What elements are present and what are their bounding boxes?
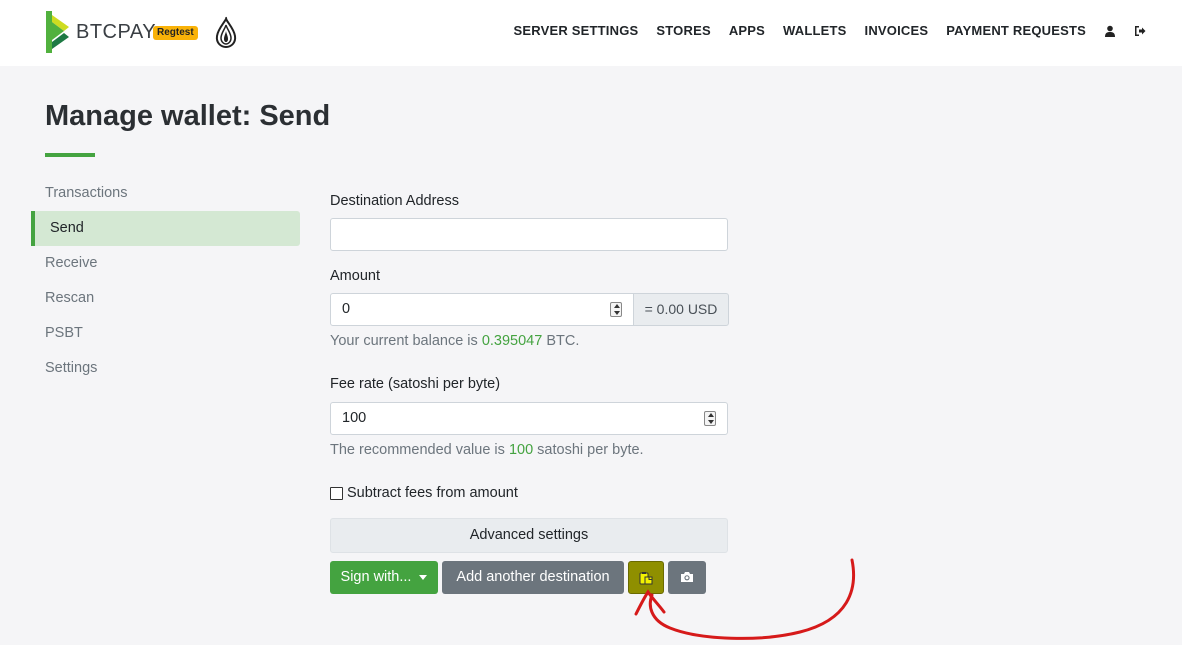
page-title: Manage wallet: Send [45,100,331,132]
wallet-sidebar: Transactions Send Receive Rescan PSBT Se… [31,176,300,386]
amount-spinner[interactable] [610,302,622,317]
clipboard-paste-icon [639,572,653,585]
tor-onion-icon [215,16,237,49]
title-underline [45,153,95,157]
chevron-down-icon [419,574,428,580]
sidebar-item-label: Rescan [45,290,95,306]
advanced-settings-button[interactable]: Advanced settings [330,518,728,553]
scan-qr-button[interactable] [668,561,706,594]
nav-wallets[interactable]: WALLETS [783,23,847,38]
balance-value[interactable]: 0.395047 [482,333,542,349]
btcpay-logo-icon [46,11,69,53]
sign-with-label: Sign with... [340,569,412,585]
nav-stores[interactable]: STORES [656,23,710,38]
fee-rate-value: 100 [342,410,367,426]
paste-button[interactable] [628,561,664,594]
balance-suffix: BTC. [546,333,580,349]
amount-fiat-addon: = 0.00 USD [633,293,729,326]
destination-label: Destination Address [330,193,459,209]
balance-help: Your current balance is 0.395047 BTC. [330,333,579,349]
fee-help-suffix: satoshi per byte. [537,442,644,458]
fee-rate-label: Fee rate (satoshi per byte) [330,376,501,392]
nav-invoices[interactable]: INVOICES [865,23,929,38]
camera-icon [681,572,693,582]
fee-help-prefix: The recommended value is [330,442,505,458]
sidebar-item-label: Transactions [45,185,128,201]
nav-apps[interactable]: APPS [729,23,765,38]
sidebar-item-label: Receive [45,255,98,271]
brand-name: BTCPAY [76,21,157,43]
amount-value: 0 [342,301,351,317]
subtract-fees-label[interactable]: Subtract fees from amount [347,485,518,501]
fee-help-value[interactable]: 100 [509,442,533,458]
sidebar-item-rescan[interactable]: Rescan [31,281,300,316]
amount-input[interactable]: 0 [330,293,634,326]
add-destination-button[interactable]: Add another destination [442,561,624,594]
destination-address-input[interactable] [330,218,728,251]
amount-label: Amount [330,268,380,284]
main-nav: SERVER SETTINGS STORES APPS WALLETS INVO… [496,23,1146,38]
fee-help: The recommended value is 100 satoshi per… [330,442,644,458]
subtract-fees-checkbox[interactable] [330,487,343,500]
sidebar-item-label: Send [50,220,84,236]
main-content: Manage wallet: Send Transactions Send Re… [0,66,1182,645]
sidebar-item-label: PSBT [45,325,83,341]
fee-rate-spinner[interactable] [704,411,716,426]
sidebar-item-send[interactable]: Send [31,211,300,246]
fee-rate-input[interactable]: 100 [330,402,728,435]
sidebar-item-label: Settings [45,360,98,376]
logout-icon[interactable] [1134,25,1146,37]
sign-with-button[interactable]: Sign with... [330,561,438,594]
balance-prefix: Your current balance is [330,333,478,349]
sidebar-item-receive[interactable]: Receive [31,246,300,281]
nav-payment-requests[interactable]: PAYMENT REQUESTS [946,23,1086,38]
user-icon[interactable] [1104,25,1116,37]
sidebar-item-settings[interactable]: Settings [31,351,300,386]
sidebar-item-psbt[interactable]: PSBT [31,316,300,351]
sidebar-item-transactions[interactable]: Transactions [31,176,300,211]
network-badge: Regtest [153,26,198,40]
nav-server-settings[interactable]: SERVER SETTINGS [514,23,639,38]
top-navbar: BTCPAY Regtest SERVER SETTINGS STORES AP… [0,0,1182,66]
